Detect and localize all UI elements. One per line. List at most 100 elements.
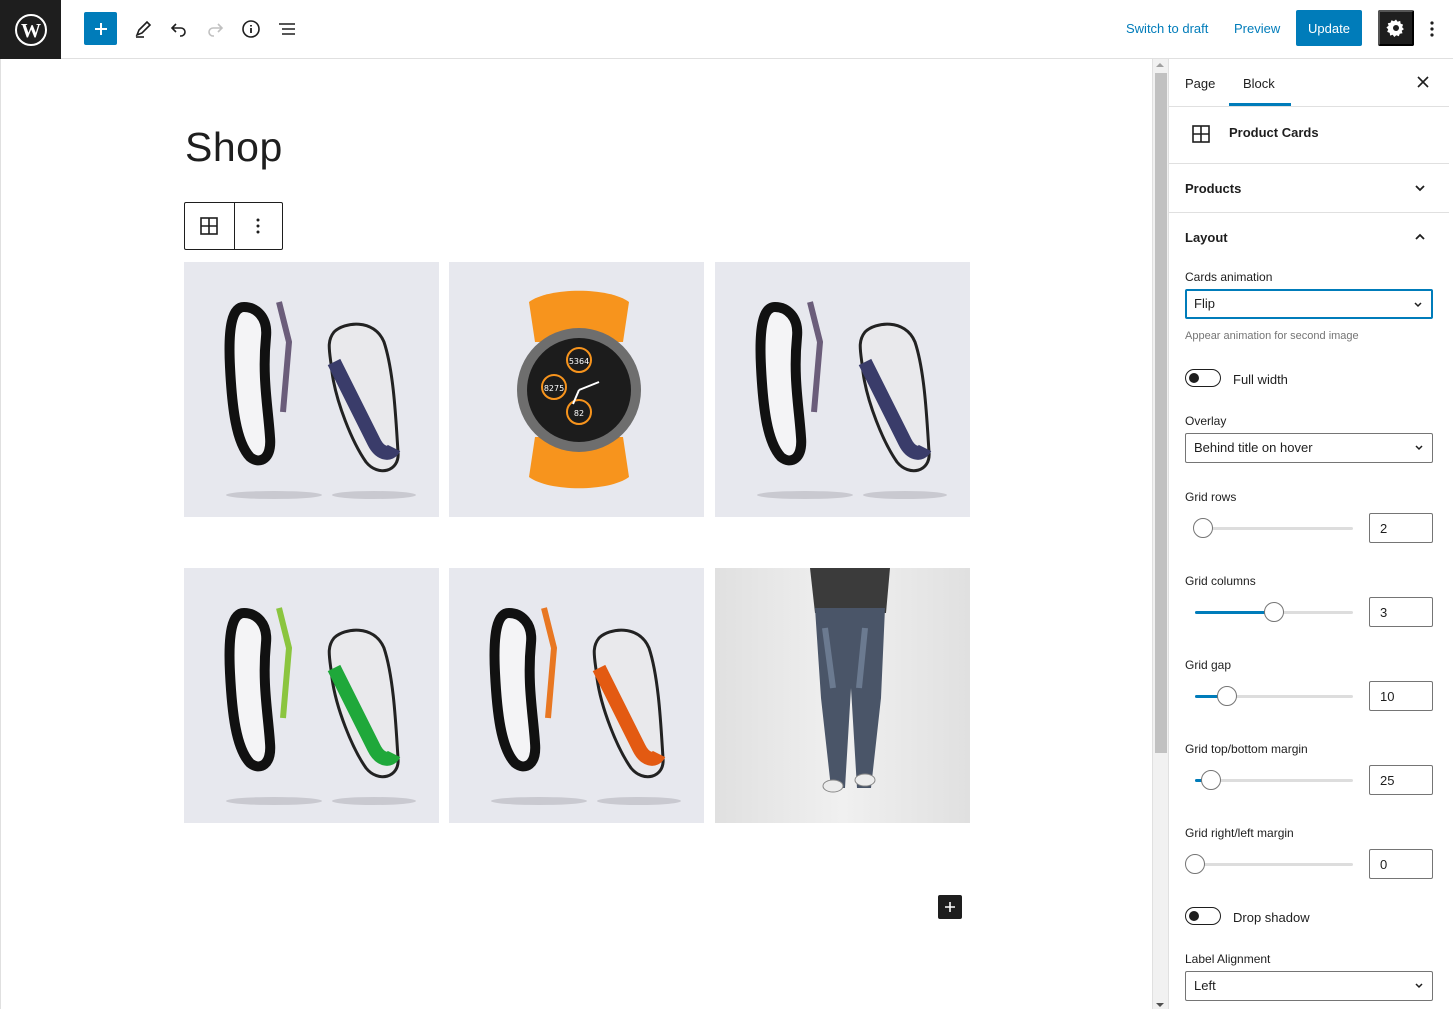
info-icon	[241, 19, 260, 38]
slider-thumb[interactable]	[1216, 686, 1237, 706]
product-card[interactable]: 5364 8275 82	[449, 262, 704, 517]
product-card[interactable]	[184, 568, 439, 823]
sidebar-tabs: Page Block	[1169, 59, 1449, 107]
product-card[interactable]	[715, 568, 970, 823]
details-info-button[interactable]	[234, 12, 267, 45]
wordpress-icon: W	[14, 13, 47, 46]
block-toolbar	[184, 202, 283, 250]
label-alignment-value: Left	[1194, 978, 1216, 993]
grid-columns-slider[interactable]	[1195, 597, 1353, 627]
block-type-button[interactable]	[185, 203, 234, 249]
settings-sidebar: Page Block Product Cards Products Layout…	[1168, 59, 1453, 1009]
plus-icon	[94, 22, 107, 35]
editor-topbar: W Switch to draft Preview Update	[0, 0, 1453, 59]
sneakers-purple-image	[224, 301, 416, 499]
cards-animation-help: Appear animation for second image	[1185, 330, 1359, 342]
kebab-icon	[256, 218, 260, 234]
grid-rl-margin-input[interactable]: 0	[1369, 849, 1433, 879]
grid-rows-input[interactable]: 2	[1369, 513, 1433, 543]
kebab-icon	[1430, 20, 1434, 37]
grid-rows-slider[interactable]	[1192, 513, 1353, 543]
overlay-select[interactable]: Behind title on hover	[1185, 433, 1433, 463]
tab-page[interactable]: Page	[1185, 76, 1215, 91]
plus-icon	[945, 902, 955, 912]
drop-shadow-toggle[interactable]	[1185, 907, 1221, 925]
jeans-model-image	[810, 568, 890, 793]
page-title[interactable]: Shop	[185, 124, 283, 171]
panel-products-label: Products	[1185, 181, 1242, 196]
grid-gap-slider[interactable]	[1195, 681, 1353, 711]
grid-gap-label: Grid gap	[1185, 658, 1232, 672]
redo-icon	[207, 22, 223, 37]
panel-layout-toggle[interactable]: Layout	[1169, 213, 1449, 262]
overlay-label: Overlay	[1185, 414, 1227, 428]
block-card-title: Product Cards	[1229, 125, 1319, 140]
sneakers-purple-image	[755, 301, 947, 499]
chevron-down-icon	[1415, 185, 1425, 192]
list-view-button[interactable]	[270, 12, 303, 45]
slider-thumb[interactable]	[1264, 602, 1284, 622]
product-card[interactable]	[184, 262, 439, 517]
close-sidebar-button[interactable]	[1413, 72, 1433, 92]
canvas-scrollbar[interactable]	[1152, 59, 1168, 1009]
tools-pencil-button[interactable]	[126, 12, 159, 45]
full-width-label: Full width	[1233, 372, 1288, 387]
grid-rl-margin-label: Grid right/left margin	[1185, 826, 1294, 840]
scroll-up-arrow[interactable]	[1156, 63, 1164, 67]
preview-link[interactable]: Preview	[1234, 21, 1280, 36]
grid-block-icon	[200, 217, 219, 235]
grid-columns-label: Grid columns	[1185, 574, 1256, 588]
chevron-up-icon	[1415, 233, 1425, 240]
cards-animation-value: Flip	[1194, 296, 1215, 311]
close-icon	[1417, 76, 1429, 88]
grid-tb-margin-input[interactable]: 25	[1369, 765, 1433, 795]
list-view-icon	[278, 22, 295, 35]
cards-animation-label: Cards animation	[1185, 270, 1273, 284]
undo-button[interactable]	[162, 12, 195, 45]
switch-to-draft-link[interactable]: Switch to draft	[1126, 21, 1208, 36]
product-card[interactable]	[715, 262, 970, 517]
sneakers-green-image	[224, 607, 416, 805]
wordpress-logo-button[interactable]: W	[0, 0, 61, 59]
redo-button[interactable]	[198, 12, 231, 45]
label-alignment-label: Label Alignment	[1185, 952, 1271, 966]
editor-canvas: Shop 5364 8275 82	[0, 59, 1152, 1009]
block-options-button[interactable]	[233, 203, 283, 249]
product-card[interactable]	[449, 568, 704, 823]
panel-layout-label: Layout	[1185, 230, 1228, 245]
slider-thumb[interactable]	[1200, 770, 1221, 790]
grid-columns-input[interactable]: 3	[1369, 597, 1433, 627]
chevron-down-icon	[1415, 983, 1423, 989]
scroll-down-arrow[interactable]	[1156, 1003, 1164, 1007]
tab-block[interactable]: Block	[1243, 76, 1275, 91]
grid-rows-label: Grid rows	[1185, 490, 1237, 504]
grid-tb-margin-label: Grid top/bottom margin	[1185, 742, 1308, 756]
grid-tb-margin-slider[interactable]	[1195, 765, 1353, 795]
svg-text:W: W	[21, 20, 41, 42]
grid-gap-input[interactable]: 10	[1369, 681, 1433, 711]
gear-icon	[1386, 19, 1404, 37]
settings-button[interactable]	[1378, 10, 1414, 46]
panel-products-toggle[interactable]: Products	[1169, 164, 1449, 213]
slider-thumb[interactable]	[1192, 518, 1213, 538]
add-block-button[interactable]	[84, 12, 117, 45]
cards-animation-select[interactable]: Flip	[1185, 289, 1433, 319]
scroll-thumb[interactable]	[1155, 73, 1167, 753]
svg-text:82: 82	[574, 409, 584, 418]
grid-rl-margin-slider[interactable]	[1185, 849, 1353, 879]
svg-text:5364: 5364	[569, 357, 589, 366]
inline-add-block-button[interactable]	[938, 895, 962, 919]
full-width-toggle[interactable]	[1185, 369, 1221, 387]
update-button[interactable]: Update	[1296, 10, 1362, 46]
grid-block-icon	[1192, 125, 1210, 143]
pencil-icon	[135, 20, 151, 38]
overlay-value: Behind title on hover	[1194, 440, 1313, 455]
undo-icon	[170, 22, 186, 37]
chevron-down-icon	[1415, 445, 1423, 451]
slider-thumb[interactable]	[1185, 854, 1205, 874]
more-options-button[interactable]	[1423, 12, 1441, 45]
watch-orange-image: 5364 8275 82	[517, 290, 641, 489]
chevron-down-icon	[1414, 302, 1422, 308]
drop-shadow-label: Drop shadow	[1233, 910, 1310, 925]
label-alignment-select[interactable]: Left	[1185, 971, 1433, 1001]
